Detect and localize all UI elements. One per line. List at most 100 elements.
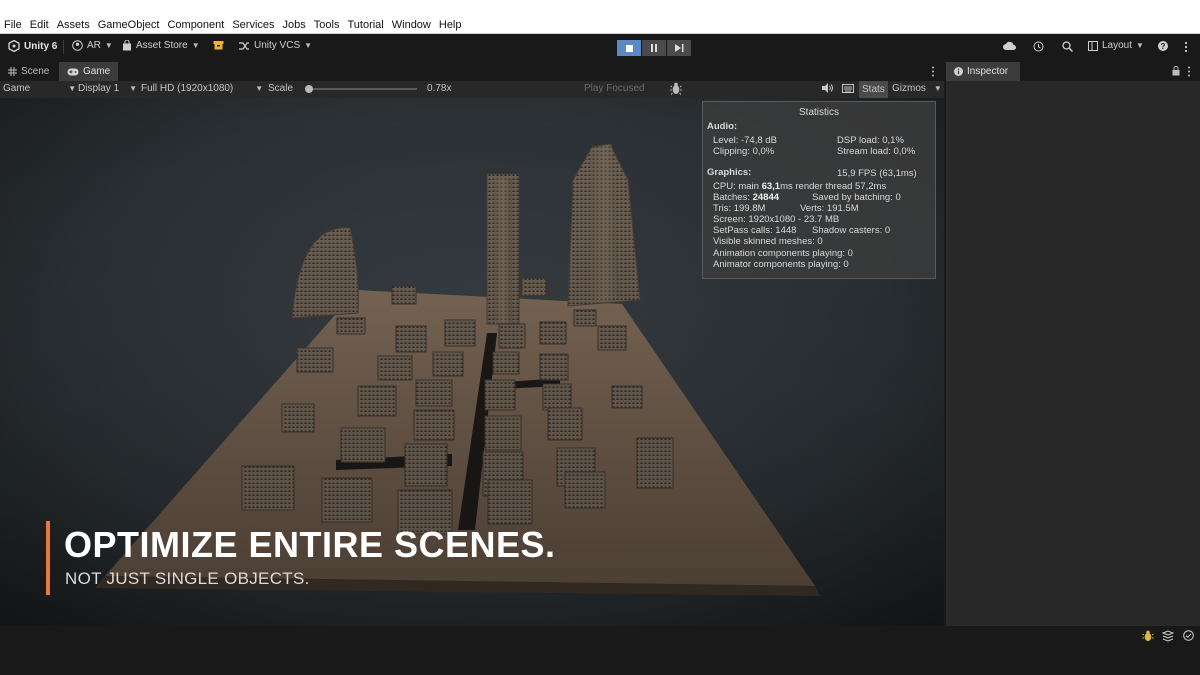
gamepad-icon — [67, 68, 79, 75]
chevron-down-icon: ▼ — [191, 41, 200, 50]
play-controls — [617, 40, 692, 56]
chevron-down-icon: ▼ — [68, 84, 77, 93]
menu-tools[interactable]: Tools — [314, 19, 340, 31]
cpu-readout: CPU: main 63,1ms render thread 57,2ms — [713, 181, 887, 192]
menu-assets[interactable]: Assets — [57, 19, 90, 31]
resolution-dropdown[interactable]: Full HD (1920x1080) ▼ — [141, 83, 263, 94]
dsp-load: DSP load: 0,1% — [837, 135, 904, 146]
chevron-down-icon: ▼ — [933, 84, 942, 93]
layout-label: Layout — [1102, 40, 1133, 51]
unity-button[interactable]: Unity 6 — [8, 40, 57, 52]
statistics-panel: Statistics Audio: Level: -74,8 dB DSP lo… — [702, 101, 936, 279]
scale-value: 0.78x — [427, 83, 452, 94]
search-icon[interactable] — [1062, 41, 1074, 55]
animator-components: Animator components playing: 0 — [713, 259, 849, 270]
pause-button[interactable] — [642, 40, 666, 56]
unity-logo-icon — [8, 40, 20, 52]
graphics-header: Graphics: — [707, 167, 752, 178]
vcs-label: Unity VCS — [254, 40, 301, 51]
menu-jobs[interactable]: Jobs — [283, 19, 306, 31]
tab-scene[interactable]: Scene — [0, 62, 57, 81]
menu-gameobject[interactable]: GameObject — [98, 19, 160, 31]
stats-label: Stats — [862, 84, 885, 95]
play-focused-label: Play Focused — [584, 83, 645, 94]
menu-edit[interactable]: Edit — [30, 19, 49, 31]
cloud-icon[interactable] — [1003, 41, 1016, 54]
tab-game[interactable]: Game — [59, 62, 119, 81]
check-circle-icon[interactable] — [1183, 630, 1194, 644]
scale-label: Scale — [268, 83, 294, 94]
menu-file[interactable]: File — [4, 19, 22, 31]
bug-icon[interactable] — [670, 82, 682, 95]
skinned-meshes: Visible skinned meshes: 0 — [713, 236, 823, 247]
menu-tutorial[interactable]: Tutorial — [347, 19, 383, 31]
tab-game-label: Game — [83, 66, 111, 77]
menu-bar: File Edit Assets GameObject Component Se… — [0, 0, 1200, 34]
account-label: AR — [87, 40, 101, 51]
debug-bug-icon[interactable] — [1142, 630, 1154, 645]
caption-title: OPTIMIZE ENTIRE SCENES. — [64, 524, 556, 565]
menu-window[interactable]: Window — [392, 19, 431, 31]
inspector-menu-icon[interactable] — [1187, 66, 1191, 80]
scale-slider-thumb[interactable] — [305, 84, 314, 93]
tab-inspector[interactable]: Inspector — [946, 62, 1020, 81]
package-button[interactable] — [213, 40, 224, 50]
account-dropdown[interactable]: AR ▼ — [72, 40, 113, 51]
gizmos-label: Gizmos — [892, 83, 926, 94]
layout-dropdown[interactable]: Layout ▼ — [1088, 40, 1144, 51]
audio-header: Audio: — [707, 121, 738, 132]
asset-store-label: Asset Store — [136, 40, 188, 51]
step-button[interactable] — [667, 40, 691, 56]
chevron-down-icon: ▼ — [255, 84, 264, 93]
help-icon[interactable]: ? — [1158, 41, 1168, 54]
menu-help[interactable]: Help — [439, 19, 462, 31]
layers-icon[interactable] — [1161, 630, 1175, 645]
tab-inspector-label: Inspector — [967, 66, 1009, 77]
play-focused-dropdown[interactable]: Play Focused ▼ — [584, 83, 681, 94]
resolution-label: Full HD (1920x1080) — [141, 83, 234, 94]
keyboard-icon[interactable] — [842, 84, 854, 93]
shadow-casters: Shadow casters: 0 — [812, 225, 891, 236]
inspector-panel — [946, 81, 1200, 626]
vcs-dropdown[interactable]: Unity VCS ▼ — [238, 40, 312, 51]
tab-menu-icon[interactable] — [931, 66, 935, 80]
game-view-toolbar: Game ▼ Display 1 ▼ Full HD (1920x1080) ▼… — [0, 81, 944, 98]
gizmos-dropdown[interactable]: Gizmos ▼ — [892, 83, 942, 94]
play-button[interactable] — [617, 40, 641, 56]
mute-audio-icon[interactable] — [822, 83, 833, 93]
unity-label: Unity 6 — [24, 40, 58, 52]
scale-slider[interactable] — [305, 84, 418, 93]
main-toolbar: Unity 6 AR ▼ Asset Store ▼ Unity VCS ▼ L… — [0, 34, 1200, 61]
chevron-down-icon: ▼ — [129, 84, 138, 93]
fps-readout: 15,9 FPS (63,1ms) — [837, 168, 917, 179]
game-mode-dropdown[interactable]: Game ▼ — [3, 83, 76, 94]
status-bar — [0, 626, 1200, 675]
grid-icon — [8, 67, 17, 76]
lock-icon[interactable] — [1172, 66, 1180, 79]
stream-load: Stream load: 0,0% — [837, 146, 916, 157]
more-options-icon[interactable] — [1184, 41, 1188, 56]
package-icon — [213, 41, 224, 50]
vcs-icon — [239, 41, 249, 50]
stats-title: Statistics — [799, 107, 840, 118]
asset-store-icon — [123, 40, 131, 51]
history-icon[interactable] — [1033, 41, 1044, 55]
chevron-down-icon: ▼ — [304, 41, 313, 50]
batches-readout: Batches: 24844 — [713, 192, 780, 203]
caption-accent-bar — [46, 521, 50, 595]
scale-control: Scale 0.78x — [268, 83, 451, 94]
info-icon — [954, 67, 963, 76]
display-dropdown[interactable]: Display 1 ▼ — [78, 83, 137, 94]
display-label: Display 1 — [78, 83, 120, 94]
step-icon — [674, 44, 683, 52]
stats-toggle[interactable]: Stats — [859, 81, 888, 98]
tris-readout: Tris: 199.8M — [713, 203, 766, 214]
tab-scene-label: Scene — [21, 66, 50, 77]
saved-batching: Saved by batching: 0 — [812, 192, 901, 203]
asset-store-dropdown[interactable]: Asset Store ▼ — [122, 40, 200, 51]
menu-services[interactable]: Services — [232, 19, 274, 31]
menu-component[interactable]: Component — [167, 19, 224, 31]
caption-subtitle: NOT JUST SINGLE OBJECTS. — [65, 569, 310, 588]
layout-icon — [1088, 40, 1098, 51]
game-mode-label: Game — [3, 83, 31, 94]
